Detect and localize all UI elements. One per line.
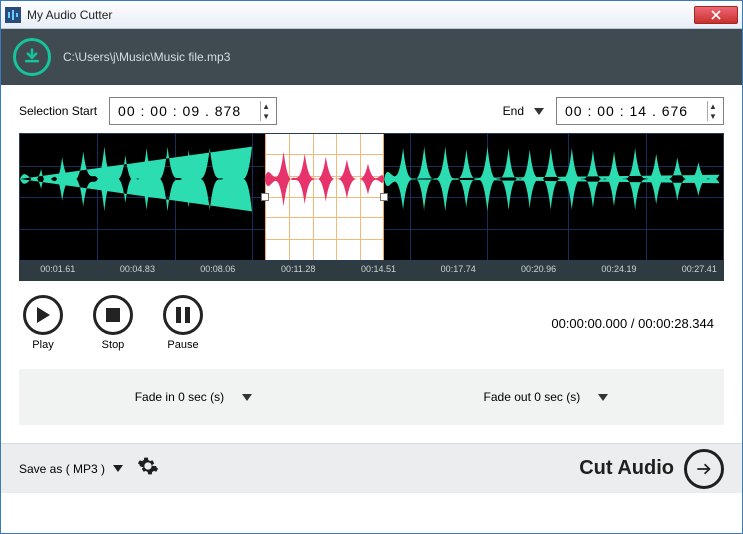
ruler-tick: 00:24.19 [601, 264, 636, 274]
selection-start-value: 00 : 00 : 09 . 878 [118, 103, 241, 119]
selection-end-label: End [503, 104, 524, 118]
selection-start-label: Selection Start [19, 104, 97, 118]
ruler-tick: 00:11.28 [281, 264, 315, 274]
window-title: My Audio Cutter [27, 8, 694, 22]
end-spin-up[interactable]: ▲ [707, 101, 719, 111]
ruler-tick: 00:14.51 [361, 264, 396, 274]
ruler-tick: 00:20.96 [521, 264, 556, 274]
ruler-tick: 00:17.74 [441, 264, 476, 274]
start-spin-down[interactable]: ▼ [260, 111, 272, 121]
waveform[interactable] [19, 133, 724, 261]
playback-duration: 00:00:28.344 [638, 316, 714, 331]
play-button[interactable] [23, 295, 63, 335]
time-ruler: 00:01.61 00:04.83 00:08.06 00:11.28 00:1… [19, 261, 724, 281]
play-label: Play [32, 339, 53, 351]
fade-row: Fade in 0 sec (s) Fade out 0 sec (s) [19, 369, 724, 425]
close-button[interactable] [694, 6, 738, 24]
end-mode-dropdown[interactable]: End [503, 104, 544, 118]
waveform-svg [20, 134, 723, 224]
open-file-button[interactable] [13, 38, 51, 76]
ruler-tick: 00:01.61 [40, 264, 75, 274]
playback-row: Play Stop Pause 00:00:00.000 / 00:00:28.… [1, 281, 742, 369]
cut-audio-label: Cut Audio [579, 457, 674, 480]
selection-handle-right[interactable] [380, 193, 388, 201]
fade-out-label: Fade out 0 sec (s) [484, 390, 581, 404]
pause-label: Pause [167, 339, 198, 351]
gear-icon [137, 455, 159, 477]
end-spin-down[interactable]: ▼ [707, 111, 719, 121]
start-spin-up[interactable]: ▲ [260, 101, 272, 111]
selection-handle-left[interactable] [261, 193, 269, 201]
bottom-bar: Save as ( MP3 ) Cut Audio [1, 443, 742, 493]
ruler-tick: 00:08.06 [200, 264, 235, 274]
save-as-dropdown[interactable]: Save as ( MP3 ) [19, 462, 123, 476]
selection-start-input[interactable]: 00 : 00 : 09 . 878 ▲ ▼ [109, 97, 277, 125]
chevron-down-icon [534, 108, 544, 115]
timecode: 00:00:00.000 / 00:00:28.344 [551, 316, 720, 331]
titlebar: My Audio Cutter [1, 1, 742, 29]
file-bar: C:\Users\j\Music\Music file.mp3 [1, 29, 742, 85]
pause-button[interactable] [163, 295, 203, 335]
selection-end-input[interactable]: 00 : 00 : 14 . 676 ▲ ▼ [556, 97, 724, 125]
chevron-down-icon [242, 394, 252, 401]
chevron-down-icon [113, 465, 123, 472]
stop-label: Stop [102, 339, 125, 351]
fade-out-dropdown[interactable]: Fade out 0 sec (s) [484, 390, 609, 404]
app-icon [5, 7, 21, 23]
cut-audio-button[interactable]: Cut Audio [579, 449, 724, 489]
selection-end-value: 00 : 00 : 14 . 676 [565, 103, 688, 119]
file-path: C:\Users\j\Music\Music file.mp3 [63, 50, 230, 64]
ruler-tick: 00:04.83 [120, 264, 155, 274]
playback-position: 00:00:00.000 [551, 316, 627, 331]
chevron-down-icon [598, 394, 608, 401]
fade-in-label: Fade in 0 sec (s) [135, 390, 224, 404]
ruler-tick: 00:27.41 [682, 264, 717, 274]
stop-button[interactable] [93, 295, 133, 335]
selection-row: Selection Start 00 : 00 : 09 . 878 ▲ ▼ E… [1, 85, 742, 133]
arrow-right-icon [684, 449, 724, 489]
fade-in-dropdown[interactable]: Fade in 0 sec (s) [135, 390, 252, 404]
save-as-label: Save as ( MP3 ) [19, 462, 105, 476]
waveform-container: 00:01.61 00:04.83 00:08.06 00:11.28 00:1… [19, 133, 724, 281]
settings-button[interactable] [137, 455, 159, 482]
